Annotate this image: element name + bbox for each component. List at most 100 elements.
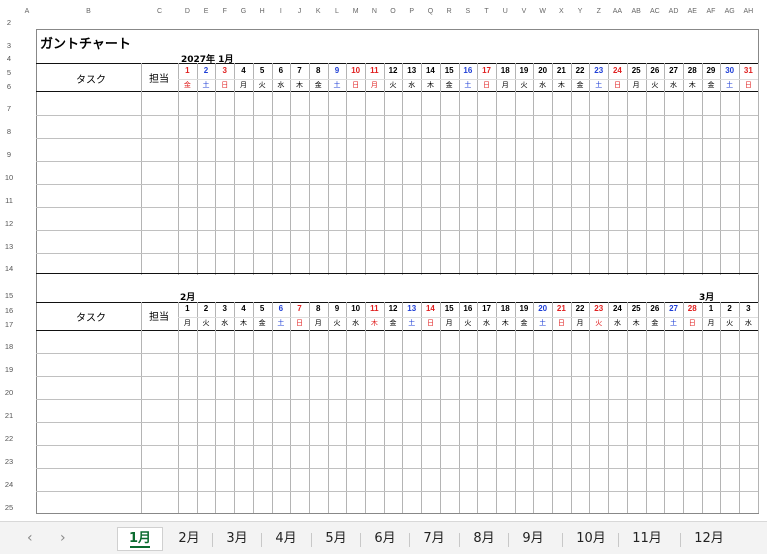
weekday-label[interactable]: 土	[720, 80, 739, 90]
weekday-label[interactable]: 月	[627, 80, 646, 90]
row-header-17[interactable]: 17	[0, 316, 18, 330]
weekday-label[interactable]: 火	[328, 318, 347, 328]
column-header-ad[interactable]: AD	[664, 6, 683, 18]
row-header-18[interactable]: 18	[0, 330, 18, 353]
weekday-label[interactable]: 金	[253, 318, 272, 328]
weekday-label[interactable]: 土	[533, 318, 552, 328]
day-number[interactable]: 17	[477, 66, 496, 75]
day-number[interactable]: 24	[608, 304, 627, 313]
weekday-label[interactable]: 火	[459, 318, 478, 328]
row-header-24[interactable]: 24	[0, 468, 18, 491]
day-number[interactable]: 19	[515, 66, 534, 75]
day-number[interactable]: 15	[440, 66, 459, 75]
column-header-aa[interactable]: AA	[608, 6, 627, 18]
day-number[interactable]: 16	[459, 66, 478, 75]
column-header-n[interactable]: N	[365, 6, 384, 18]
weekday-label[interactable]: 日	[215, 80, 234, 90]
row-header-4[interactable]: 4	[0, 52, 18, 64]
day-number[interactable]: 28	[683, 66, 702, 75]
day-number[interactable]: 15	[440, 304, 459, 313]
weekday-label[interactable]: 土	[328, 80, 347, 90]
column-header-ae[interactable]: AE	[683, 6, 702, 18]
day-number[interactable]: 12	[384, 304, 403, 313]
weekday-label[interactable]: 水	[215, 318, 234, 328]
row-header-16[interactable]: 16	[0, 302, 18, 316]
row-header-23[interactable]: 23	[0, 445, 18, 468]
row-header-14[interactable]: 14	[0, 253, 18, 275]
weekday-label[interactable]: 火	[384, 80, 403, 90]
weekday-label[interactable]: 水	[272, 80, 291, 90]
row-header-3[interactable]: 3	[0, 28, 18, 52]
weekday-label[interactable]: 木	[496, 318, 515, 328]
row-header-13[interactable]: 13	[0, 230, 18, 253]
day-number[interactable]: 2	[197, 304, 216, 313]
day-number[interactable]: 21	[552, 66, 571, 75]
column-header-p[interactable]: P	[402, 6, 421, 18]
weekday-label[interactable]: 金	[515, 318, 534, 328]
weekday-label[interactable]: 火	[253, 80, 272, 90]
day-number[interactable]: 4	[234, 66, 253, 75]
day-number[interactable]: 7	[290, 66, 309, 75]
row-header-7[interactable]: 7	[0, 92, 18, 115]
weekday-label[interactable]: 月	[309, 318, 328, 328]
weekday-label[interactable]: 水	[739, 318, 758, 328]
weekday-label[interactable]: 金	[440, 80, 459, 90]
weekday-label[interactable]: 月	[571, 318, 590, 328]
column-header-h[interactable]: H	[253, 6, 272, 18]
weekday-label[interactable]: 木	[234, 318, 253, 328]
column-header-e[interactable]: E	[197, 6, 216, 18]
chevron-right-icon[interactable]: ›	[60, 530, 66, 546]
day-number[interactable]: 23	[589, 304, 608, 313]
day-number[interactable]: 6	[272, 304, 291, 313]
weekday-label[interactable]: 木	[365, 318, 384, 328]
day-number[interactable]: 2	[197, 66, 216, 75]
weekday-label[interactable]: 月	[440, 318, 459, 328]
tab-11-month[interactable]: 11月	[620, 528, 674, 550]
weekday-label[interactable]: 木	[552, 80, 571, 90]
column-header-q[interactable]: Q	[421, 6, 440, 18]
column-header-ab[interactable]: AB	[627, 6, 646, 18]
weekday-label[interactable]: 火	[197, 318, 216, 328]
day-number[interactable]: 14	[421, 304, 440, 313]
day-number[interactable]: 20	[533, 304, 552, 313]
column-header-w[interactable]: W	[533, 6, 552, 18]
row-header-11[interactable]: 11	[0, 184, 18, 207]
row-header-6[interactable]: 6	[0, 78, 18, 92]
day-number[interactable]: 26	[646, 66, 665, 75]
weekday-label[interactable]: 土	[197, 80, 216, 90]
weekday-label[interactable]: 月	[178, 318, 197, 328]
weekday-label[interactable]: 金	[178, 80, 197, 90]
column-header-y[interactable]: Y	[571, 6, 590, 18]
weekday-label[interactable]: 水	[402, 80, 421, 90]
weekday-label[interactable]: 火	[720, 318, 739, 328]
weekday-label[interactable]: 月	[365, 80, 384, 90]
weekday-label[interactable]: 水	[664, 80, 683, 90]
day-number[interactable]: 8	[309, 304, 328, 313]
weekday-label[interactable]: 日	[477, 80, 496, 90]
weekday-label[interactable]: 日	[290, 318, 309, 328]
weekday-label[interactable]: 水	[346, 318, 365, 328]
day-number[interactable]: 1	[178, 304, 197, 313]
day-number[interactable]: 3	[215, 66, 234, 75]
row-header-22[interactable]: 22	[0, 422, 18, 445]
day-number[interactable]: 3	[215, 304, 234, 313]
day-number[interactable]: 8	[309, 66, 328, 75]
row-header-25[interactable]: 25	[0, 491, 18, 514]
day-number[interactable]: 7	[290, 304, 309, 313]
day-number[interactable]: 20	[533, 66, 552, 75]
weekday-label[interactable]: 水	[533, 80, 552, 90]
column-header-u[interactable]: U	[496, 6, 515, 18]
weekday-label[interactable]: 日	[683, 318, 702, 328]
day-number[interactable]: 5	[253, 304, 272, 313]
tab-1-month[interactable]: 1月	[118, 528, 162, 550]
day-number[interactable]: 17	[477, 304, 496, 313]
tab-4-month[interactable]: 4月	[263, 528, 309, 550]
column-header-f[interactable]: F	[215, 6, 234, 18]
weekday-label[interactable]: 木	[627, 318, 646, 328]
column-header-a[interactable]: A	[18, 6, 36, 18]
day-number[interactable]: 4	[234, 304, 253, 313]
day-number[interactable]: 12	[384, 66, 403, 75]
day-number[interactable]: 22	[571, 66, 590, 75]
weekday-label[interactable]: 水	[477, 318, 496, 328]
row-header-10[interactable]: 10	[0, 161, 18, 184]
